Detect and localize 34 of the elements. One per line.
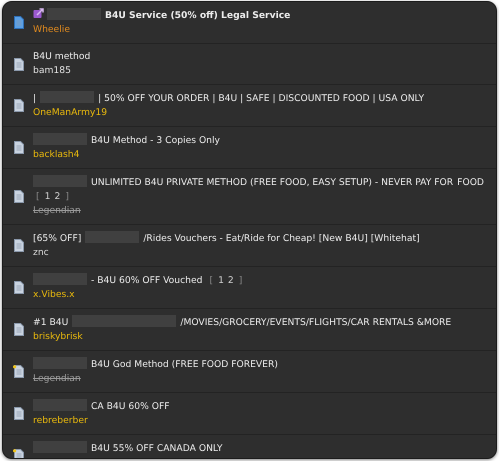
thread-title[interactable]: [65% OFF] <box>33 232 82 246</box>
thread-title[interactable]: B4U God Method (FREE FOOD FOREVER) <box>91 358 278 372</box>
external-link-icon[interactable] <box>33 8 44 19</box>
page-link[interactable]: 1 <box>218 275 224 286</box>
author-link[interactable]: Legendian <box>33 204 81 218</box>
thread-title[interactable]: UNLIMITED B4U PRIVATE METHOD (FREE FOOD, EASY SETUP) - NEVER PAY FOR <box>91 176 454 190</box>
author-link[interactable]: briskybrisk <box>33 330 83 344</box>
thread-title[interactable]: /Rides Vouchers - Eat/Ride for Cheap! [New B4U] [Whitehat] <box>143 232 420 246</box>
thread-title[interactable]: FOOD <box>457 176 484 190</box>
page-bracket: ] <box>238 275 242 286</box>
author-link[interactable]: backlash4 <box>33 148 80 162</box>
page-bracket: [ <box>36 191 40 202</box>
thread-title[interactable]: /MOVIES/GROCERY/EVENTS/FLIGHTS/CAR RENTALS &MORE <box>180 316 452 330</box>
author-link[interactable]: bam185 <box>33 64 71 78</box>
thread-title[interactable]: | <box>33 92 36 106</box>
thread-title[interactable]: B4U 55% OFF CANADA ONLY <box>91 442 222 456</box>
author-link[interactable]: OneManArmy19 <box>33 106 108 120</box>
author-link[interactable]: Legendian <box>33 372 81 386</box>
author-link[interactable]: x.Vibes.x <box>33 288 75 302</box>
author-link[interactable]: rebreberber <box>33 414 88 428</box>
page-link[interactable]: 2 <box>54 191 60 202</box>
thread-title[interactable]: CA B4U 60% OFF <box>91 400 170 414</box>
page-link[interactable]: 1 <box>44 191 50 202</box>
page-link[interactable]: 2 <box>228 275 234 286</box>
thread-title[interactable]: B4U method <box>33 50 90 64</box>
thread-title[interactable]: B4U Service (50% off) Legal Service <box>105 9 290 23</box>
author-link[interactable]: Wheelie <box>33 23 70 37</box>
author-link[interactable]: znc <box>33 246 49 260</box>
page-bracket: ] <box>65 191 69 202</box>
thread-title[interactable]: #1 B4U <box>33 316 68 330</box>
thread-title[interactable]: B4U Method - 3 Copies Only <box>91 134 220 148</box>
thread-title[interactable]: - B4U 60% OFF Vouched <box>91 274 202 288</box>
thread-title[interactable]: | 50% OFF YOUR ORDER | B4U | SAFE | DISCOUNTED FOOD | USA ONLY <box>98 92 424 106</box>
page-bracket: [ <box>209 275 214 286</box>
